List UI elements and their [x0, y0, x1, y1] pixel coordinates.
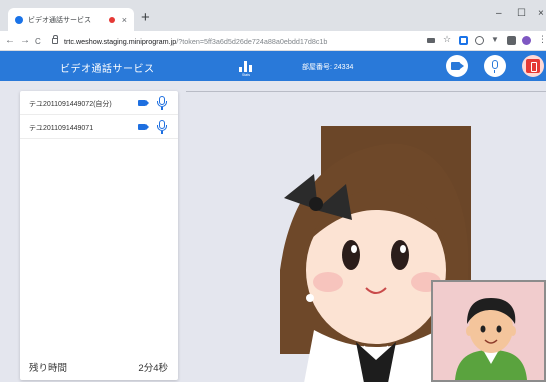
microphone-icon — [157, 96, 167, 110]
room-number: 部屋番号: 24334 — [302, 64, 354, 71]
profile-avatar-icon[interactable] — [522, 36, 531, 45]
exit-icon — [526, 59, 540, 73]
stats-label: Stats — [242, 73, 250, 77]
participant-row: テユ2011091449071 — [20, 115, 178, 139]
minimize-button[interactable]: – — [496, 9, 502, 19]
stats-bar-icon — [249, 65, 252, 72]
remaining-time: 残り時間 2分4秒 — [20, 350, 178, 380]
app-title: ビデオ通話サービス — [60, 64, 155, 75]
lock-icon — [52, 35, 58, 44]
extension-circle-icon[interactable] — [475, 36, 484, 45]
camera-icon — [138, 100, 149, 106]
participant-panel: テユ2011091449072(自分) テユ2011091449071 残り時間… — [20, 91, 178, 380]
remaining-time-value: 2分4秒 — [138, 363, 168, 374]
browser-toolbar: ← → C trtc.weshow.staging.miniprogram.jp… — [0, 31, 546, 51]
recording-indicator-icon — [108, 16, 115, 23]
camera-toggle-button[interactable] — [446, 55, 468, 77]
stats-button[interactable]: Stats — [238, 57, 254, 77]
forward-button[interactable]: → — [20, 34, 30, 47]
page-favicon-icon — [15, 15, 23, 24]
browser-tab-strip: ビデオ通話サービス × + – ☐ × — [0, 0, 546, 31]
content-area: テユ2011091449072(自分) テユ2011091449071 残り時間… — [0, 81, 546, 382]
filter-icon[interactable]: ▼ — [491, 35, 500, 44]
camera-icon — [451, 62, 464, 70]
mic-toggle-button[interactable] — [484, 55, 506, 77]
stats-bar-icon — [239, 67, 242, 72]
url-path: /?token=5ff3a6d5d26de724a88a0ebdd17d8c1b — [176, 36, 328, 46]
puzzle-icon[interactable] — [507, 36, 516, 45]
app-header: ビデオ通話サービス Stats 部屋番号: 24334 — [0, 51, 546, 81]
reload-button[interactable]: C — [35, 35, 41, 48]
maximize-button[interactable]: ☐ — [517, 9, 526, 19]
local-participant-illustration — [455, 298, 527, 380]
window-close-button[interactable]: × — [538, 9, 544, 19]
address-bar[interactable]: trtc.weshow.staging.miniprogram.jp/?toke… — [52, 33, 412, 49]
new-tab-button[interactable]: + — [141, 10, 150, 25]
exit-button[interactable] — [522, 55, 544, 77]
browser-tab[interactable]: ビデオ通話サービス × — [8, 8, 134, 31]
tab-close-button[interactable]: × — [122, 15, 127, 25]
camera-icon — [138, 124, 149, 130]
menu-icon[interactable]: ⋮ — [538, 34, 546, 44]
tab-title: ビデオ通話サービス — [28, 16, 91, 24]
extension-icon[interactable] — [459, 36, 468, 45]
bookmark-star-icon[interactable]: ☆ — [443, 34, 452, 44]
participant-row: テユ2011091449072(自分) — [20, 91, 178, 115]
participant-name: テユ2011091449072(自分) — [29, 101, 112, 108]
camera-permission-icon[interactable] — [427, 38, 435, 43]
microphone-icon — [157, 120, 167, 134]
remaining-time-label: 残り時間 — [29, 363, 68, 374]
url-host: trtc.weshow.staging.miniprogram.jp — [64, 36, 177, 46]
back-button[interactable]: ← — [5, 34, 15, 47]
participant-name: テユ2011091449071 — [29, 125, 94, 132]
microphone-icon — [492, 60, 498, 73]
stats-bar-icon — [244, 61, 247, 72]
local-video-pip[interactable] — [431, 280, 546, 382]
